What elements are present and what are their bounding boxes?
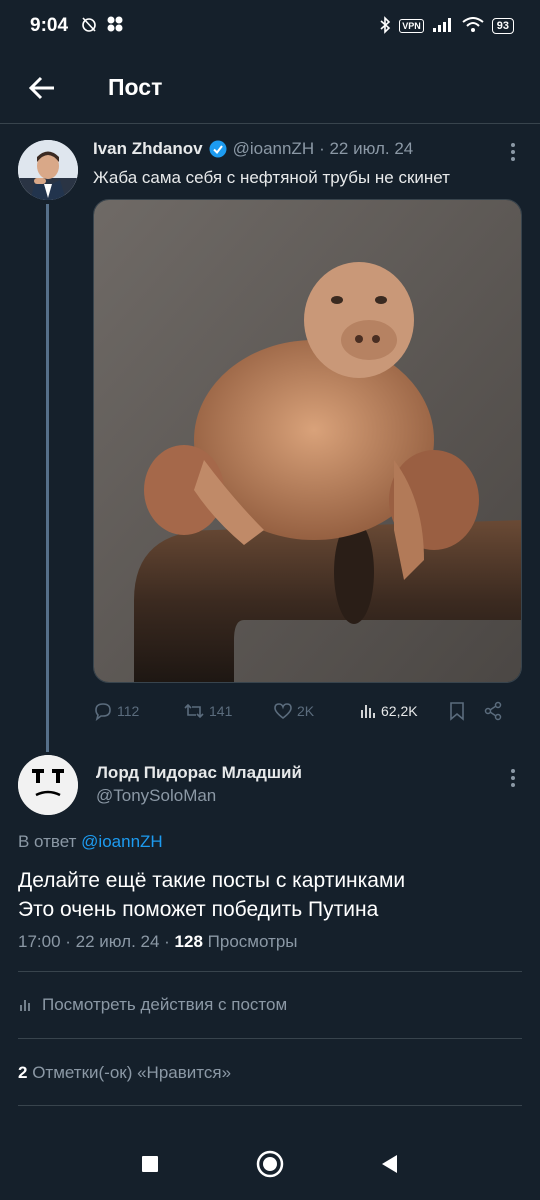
parent-tweet[interactable]: Ivan Zhdanov @ioannZH · 22 июл. 24 Жаба … — [0, 124, 540, 752]
like-button[interactable]: 2K — [273, 702, 359, 720]
system-nav-bar — [0, 1128, 540, 1200]
tweet-text-line: Это очень поможет победить Путина — [18, 898, 379, 921]
reply-count: 112 — [117, 703, 140, 719]
tweet-header: Ivan Zhdanov @ioannZH · 22 июл. 24 — [93, 139, 520, 159]
views-label: Просмотры — [202, 932, 298, 951]
like-count: 2K — [297, 703, 315, 719]
page-title: Пост — [108, 74, 163, 100]
heart-icon — [274, 703, 292, 720]
bar-chart-icon — [20, 1000, 30, 1011]
reply-mention-link[interactable]: @ioannZH — [81, 832, 163, 851]
reply-prefix: В ответ — [18, 832, 82, 851]
retweet-count: 141 — [209, 703, 233, 719]
author-handle[interactable]: @TonySoloMan — [96, 786, 216, 806]
status-left-icons — [80, 15, 124, 38]
back-button[interactable] — [0, 52, 84, 124]
home-button[interactable] — [248, 1142, 292, 1186]
share-icon — [484, 701, 502, 721]
top-header: Пост — [0, 52, 540, 124]
tweet-text-line: Делайте ещё такие посты с картинками — [18, 869, 406, 892]
app-screen: 9:04 VPN 93 Пост Ivan Zhdanov @ioannZH ·… — [0, 0, 540, 1200]
tweet-image[interactable] — [93, 199, 522, 683]
avatar[interactable] — [18, 140, 78, 200]
verified-badge-icon — [209, 140, 227, 158]
tweet-meta: 17:00 · 22 июл. 24 · 128 Просмотры — [18, 932, 298, 952]
author-name[interactable]: Лорд Пидорас Младший — [96, 763, 302, 783]
more-options-icon[interactable] — [510, 142, 516, 166]
activity-label: Посмотреть действия с постом — [42, 995, 288, 1014]
triangle-back-icon — [382, 1155, 397, 1173]
reply-icon — [95, 703, 111, 721]
bluetooth-icon — [379, 15, 391, 37]
wifi-icon — [462, 16, 484, 36]
views-count: 62,2K — [381, 703, 418, 719]
reply-to-line: В ответ @ioannZH — [18, 832, 163, 852]
signal-icon — [432, 17, 454, 36]
bookmark-button[interactable] — [449, 701, 483, 721]
likes-label: Отметки(-ок) «Нравится» — [27, 1063, 232, 1082]
views-button[interactable]: 62,2K — [359, 702, 449, 720]
back-nav-button[interactable] — [368, 1142, 412, 1186]
retweet-button[interactable]: 141 — [183, 702, 273, 720]
avatar[interactable] — [18, 755, 78, 815]
tweet-timestamp: 17:00 · 22 июл. 24 · — [18, 932, 175, 951]
author-name[interactable]: Ivan Zhdanov — [93, 139, 203, 159]
tweet-actions: 112 141 2K 62,2K — [93, 699, 522, 723]
likes-row[interactable]: 2 Отметки(-ок) «Нравится» — [18, 1063, 231, 1083]
circle-icon — [256, 1150, 284, 1178]
status-time: 9:04 — [30, 15, 69, 36]
app-notification-icon — [106, 15, 124, 38]
battery-indicator: 93 — [491, 18, 514, 34]
tweet-text: Жаба сама себя с нефтяной трубы не скине… — [93, 168, 450, 187]
bar-chart-icon — [361, 705, 375, 718]
tweet-date: · 22 июл. 24 — [319, 139, 414, 158]
retweet-icon — [184, 703, 204, 719]
more-options-icon[interactable] — [510, 768, 516, 794]
alarm-off-icon — [80, 15, 98, 38]
post-activity-link[interactable]: Посмотреть действия с постом — [18, 995, 287, 1015]
status-bar: 9:04 VPN 93 — [0, 0, 540, 52]
divider — [18, 1105, 522, 1106]
bookmark-icon — [450, 702, 464, 721]
recents-button[interactable] — [128, 1142, 172, 1186]
divider — [18, 971, 522, 972]
thread-line — [46, 204, 49, 752]
author-handle[interactable]: @ioannZH — [233, 139, 315, 159]
vpn-badge: VPN — [399, 19, 424, 33]
reply-button[interactable]: 112 — [93, 701, 183, 721]
divider — [18, 1038, 522, 1039]
square-icon — [142, 1156, 158, 1172]
status-right-icons: VPN 93 — [379, 15, 514, 37]
share-button[interactable] — [483, 701, 503, 721]
tweet-text: Делайте ещё такие посты с картинками Это… — [18, 866, 405, 924]
arrow-left-icon — [28, 76, 54, 99]
views-count: 128 — [174, 932, 203, 951]
